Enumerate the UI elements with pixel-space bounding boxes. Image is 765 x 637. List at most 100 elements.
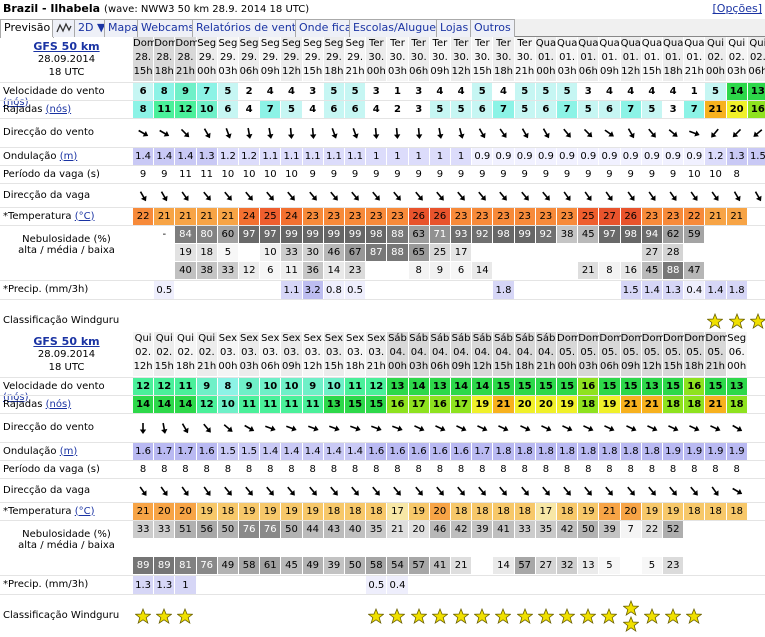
unit-link[interactable]: (nós) <box>46 399 71 410</box>
cloud-cell: 80 <box>196 226 217 243</box>
hour-label: 18h <box>324 66 344 77</box>
precip-cell <box>620 576 641 594</box>
unit-link[interactable]: (m) <box>60 446 78 457</box>
period-cell: 9 <box>323 166 344 183</box>
tab-previs-o[interactable]: Previsão <box>0 19 55 38</box>
star-icon <box>728 313 745 329</box>
date-label: 05. <box>643 347 660 358</box>
gusts-cell: 7 <box>493 101 514 118</box>
gusts-cell: 6 <box>217 101 238 118</box>
wind-direction-arrow-icon <box>599 119 619 147</box>
date-label: 29. <box>262 52 279 63</box>
hour-label: 18h <box>684 361 704 372</box>
gusts-cell: 14 <box>175 396 196 413</box>
gusts-cell: 10 <box>217 396 238 413</box>
cloud-cell: 45 <box>641 262 662 279</box>
temp-cell: 18 <box>451 503 472 520</box>
rating-cell <box>705 595 725 637</box>
precip-cell: 1.8 <box>493 281 514 299</box>
tab-webcams[interactable]: Webcams <box>137 19 199 37</box>
swell-cell: 1.7 <box>154 443 175 460</box>
unit-link[interactable]: (nós) <box>46 104 71 115</box>
cloud-cell: 89 <box>133 557 154 574</box>
gusts-cell: 7 <box>620 101 641 118</box>
wave-direction-arrow-icon <box>493 479 513 502</box>
wind-cell: 3 <box>302 83 323 100</box>
hour-label: 00h <box>197 66 217 77</box>
wave-direction-arrow-icon <box>727 479 747 502</box>
precip-cell <box>366 281 387 299</box>
hour-label: 00h <box>366 66 386 77</box>
cloud-cell: 5 <box>217 244 238 261</box>
wind-direction-arrow-icon <box>154 119 174 147</box>
unit-link[interactable]: (m) <box>60 151 78 162</box>
cloud-cell: 36 <box>302 262 323 279</box>
date-label: 30. <box>410 52 427 63</box>
hour-label: 00h <box>218 361 238 372</box>
rating-cell <box>472 595 492 637</box>
period-cell: 9 <box>535 166 556 183</box>
tab-chart-icon[interactable] <box>52 19 76 37</box>
tab-outros[interactable]: Outros <box>470 19 515 37</box>
temp-cell: 26 <box>408 208 429 225</box>
wind-cell: 4 <box>429 83 450 100</box>
period-cell: 8 <box>133 461 154 478</box>
temp-cell: 19 <box>196 503 217 520</box>
model-link[interactable]: GFS 50 km <box>0 40 133 53</box>
temp-cell: 18 <box>366 503 387 520</box>
period-cell: 8 <box>641 461 662 478</box>
wind-direction-arrow-icon <box>578 414 598 442</box>
date-label: 04. <box>474 347 491 358</box>
unit-link[interactable]: (°C) <box>75 506 95 517</box>
unit-link[interactable]: (°C) <box>75 211 95 222</box>
star-icon <box>474 608 491 624</box>
wind-direction-arrow-icon <box>642 119 662 147</box>
cloud-cell <box>578 244 599 261</box>
swell-cell: 1.9 <box>705 443 726 460</box>
day-label: Ter <box>496 38 511 49</box>
star-icon <box>622 616 639 632</box>
row-label-text: Período da vaga (s) <box>3 168 100 180</box>
swell-cell: 1.6 <box>451 443 472 460</box>
period-cell: 8 <box>366 461 387 478</box>
wind-cell: 5 <box>217 83 238 100</box>
day-label: Sex <box>282 333 301 344</box>
day-label: Seg <box>303 38 323 49</box>
temp-cell: 23 <box>366 208 387 225</box>
precip-cell <box>726 576 747 594</box>
day-label: Sáb <box>430 333 450 344</box>
gusts-cell: 7 <box>260 101 281 118</box>
cloud-cell: 46 <box>429 521 450 538</box>
precip-cell <box>684 576 705 594</box>
swell-cell: 1.7 <box>472 443 493 460</box>
wave-direction-arrow-icon <box>515 184 535 207</box>
wave-direction-arrow-icon <box>366 479 386 502</box>
options-link[interactable]: [Opções] <box>713 2 763 15</box>
star-icon <box>665 608 682 624</box>
wind-direction-arrow-icon <box>260 414 280 442</box>
period-cell: 8 <box>726 166 747 183</box>
cloud-cell: 35 <box>366 521 387 538</box>
cloud-cell <box>684 244 705 261</box>
hour-label: 00h <box>727 361 747 372</box>
tab-relat-rios-de-vento[interactable]: Relatórios de vento <box>192 19 307 37</box>
precip-cell <box>663 576 684 594</box>
day-label: Sáb <box>409 333 429 344</box>
cloud-cell <box>451 539 472 556</box>
model-link[interactable]: GFS 50 km <box>0 335 133 348</box>
wave-direction-arrow-icon <box>748 184 765 207</box>
wave-direction-arrow-icon <box>451 479 471 502</box>
date-label: 01. <box>665 52 682 63</box>
period-cell: 9 <box>133 166 154 183</box>
date-label: 03. <box>219 347 236 358</box>
rating-cell <box>409 595 429 637</box>
swell-cell: 1.2 <box>705 148 726 165</box>
precip-cell <box>747 281 765 299</box>
tab-escolas-aluguer[interactable]: Escolas/Aluguer <box>349 19 445 37</box>
tab-lojas[interactable]: Lojas <box>436 19 473 37</box>
day-label: Seg <box>218 38 238 49</box>
gusts-cell: 18 <box>578 396 599 413</box>
cloud-cell <box>535 262 556 279</box>
rating-cell <box>599 595 619 637</box>
day-label: Qua <box>599 38 620 49</box>
